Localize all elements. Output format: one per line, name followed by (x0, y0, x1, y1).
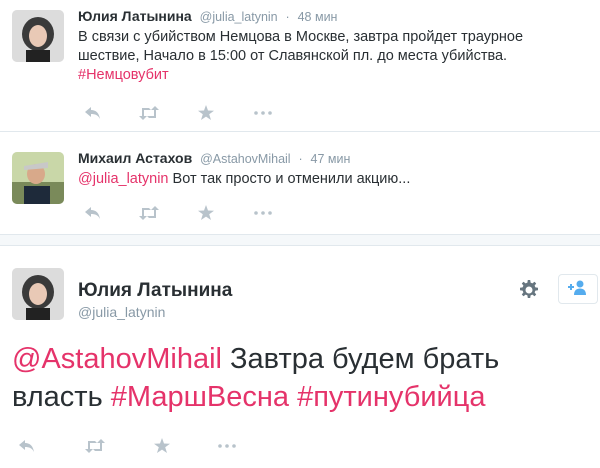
author-name[interactable]: Юлия Латынина (78, 8, 192, 24)
separator-dot: · (298, 152, 303, 166)
star-icon[interactable] (154, 438, 170, 453)
author-handle[interactable]: @julia_latynin (200, 10, 278, 24)
author-handle[interactable]: @julia_latynin (78, 304, 165, 320)
divider (0, 234, 600, 246)
follow-icon (567, 279, 589, 300)
mention-link[interactable]: @AstahovMihail (12, 343, 222, 375)
retweet-icon[interactable] (138, 205, 160, 220)
follow-button[interactable] (558, 274, 598, 304)
tweet-header: Юлия Латынина @julia_latynin · 48 мин (78, 8, 337, 24)
tweet-actions (18, 438, 236, 453)
more-icon[interactable] (254, 110, 272, 115)
tweet-text: @julia_latynin Вот так просто и отменили… (78, 170, 588, 189)
gear-icon[interactable] (519, 280, 539, 305)
author-name[interactable]: Юлия Латынина (78, 280, 232, 302)
reply-icon[interactable] (84, 106, 102, 120)
tweet-actions (84, 205, 272, 220)
tweet-text: @AstahovMihail Завтра будем брать власть… (12, 340, 592, 416)
reply-icon[interactable] (18, 439, 36, 453)
avatar[interactable] (12, 152, 64, 204)
avatar[interactable] (12, 10, 64, 62)
mention-link[interactable]: @julia_latynin (78, 171, 169, 187)
timestamp[interactable]: 48 мин (298, 10, 338, 24)
tweet-text: В связи с убийством Немцова в Москве, за… (78, 28, 588, 85)
hashtag-link[interactable]: #путинубийца (297, 381, 485, 413)
author-handle[interactable]: @AstahovMihail (200, 152, 291, 166)
tweet-body: Вот так просто и отменили акцию... (172, 171, 411, 187)
avatar[interactable] (12, 268, 64, 320)
tweet-body: Завтра будем брать (230, 343, 500, 375)
hashtag-link[interactable]: #Немцовубит (78, 67, 169, 83)
tweet-body: В связи с убийством Немцова в Москве, за… (78, 29, 524, 64)
star-icon[interactable] (198, 105, 214, 120)
reply-icon[interactable] (84, 206, 102, 220)
star-icon[interactable] (198, 205, 214, 220)
hashtag-link[interactable]: #МаршВесна (111, 381, 289, 413)
retweet-icon[interactable] (138, 105, 160, 120)
tweet-actions (84, 105, 272, 120)
separator-dot: · (285, 10, 290, 24)
tweet-body: власть (12, 381, 103, 413)
tweet-1: Юлия Латынина @julia_latynin · 48 мин В … (0, 0, 600, 132)
timestamp[interactable]: 47 мин (311, 152, 351, 166)
author-name[interactable]: Михаил Астахов (78, 150, 192, 166)
more-icon[interactable] (218, 443, 236, 448)
tweet-header: Михаил Астахов @AstahovMihail · 47 мин (78, 150, 350, 166)
more-icon[interactable] (254, 210, 272, 215)
retweet-icon[interactable] (84, 438, 106, 453)
